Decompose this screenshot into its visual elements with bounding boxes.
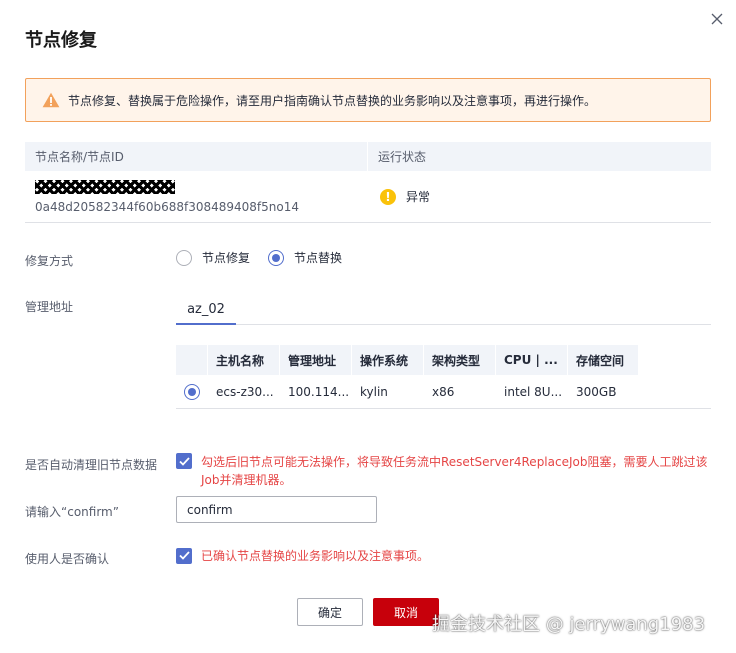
auto-cleanup-label: 是否自动清理旧节点数据	[25, 458, 158, 472]
cell-arch: x86	[432, 384, 455, 399]
column-header-hostname: 主机名称	[208, 345, 280, 375]
confirm-input-label: 请输入“confirm”	[25, 505, 119, 519]
column-header-status: 运行状态	[378, 150, 427, 164]
host-table: 主机名称 管理地址 操作系统 架构类型 CPU | ... 存储空间 ecs-z…	[176, 345, 711, 409]
column-header-mgmt-address: 管理地址	[280, 345, 352, 375]
close-icon[interactable]	[706, 8, 728, 30]
radio-label: 节点修复	[202, 251, 251, 265]
radio-circle-checked[interactable]	[184, 383, 200, 400]
column-header-node-name: 节点名称/节点ID	[25, 142, 368, 171]
column-header-os: 操作系统	[352, 345, 424, 375]
auto-cleanup-row: 勾选后旧节点可能无法操作，将导致任务流中ResetServer4ReplaceJ…	[176, 453, 721, 489]
status-text: 异常	[406, 190, 431, 204]
az-tabs: az_02	[176, 295, 711, 325]
checkmark-icon	[178, 551, 190, 560]
mgmt-address-label: 管理地址	[25, 300, 74, 314]
radio-label: 节点替换	[294, 251, 343, 265]
user-ack-checkbox[interactable]	[176, 547, 192, 564]
radio-circle[interactable]	[176, 249, 192, 266]
column-header-arch: 架构类型	[424, 345, 496, 375]
cell-cpu: intel 8U...	[504, 384, 563, 399]
warning-icon	[42, 92, 60, 108]
user-ack-label: 使用人是否确认	[25, 552, 110, 566]
exclamation-icon: !	[380, 188, 396, 205]
cell-hostname: ecs-z30...	[216, 384, 274, 399]
cell-os: kylin	[360, 384, 388, 399]
host-table-header: 主机名称 管理地址 操作系统 架构类型 CPU | ... 存储空间	[176, 345, 639, 375]
host-select-radio[interactable]	[184, 383, 200, 400]
repair-method-label: 修复方式	[25, 254, 74, 268]
cell-storage: 300GB	[576, 384, 617, 399]
redacted-node-name	[35, 179, 175, 194]
auto-cleanup-checkbox[interactable]	[176, 453, 192, 469]
alert-text: 节点修复、替换属于危险操作，请至用户指南确认节点替换的业务影响以及注意事项，再进…	[68, 93, 597, 108]
table-row[interactable]: ecs-z30... 100.114... kylin x86 intel 8U…	[176, 375, 711, 409]
user-ack-row: 已确认节点替换的业务影响以及注意事项。	[176, 547, 429, 564]
radio-circle-checked[interactable]	[268, 249, 285, 266]
node-table: 节点名称/节点ID 运行状态 0a48d20582344f60b688f3084…	[25, 142, 711, 223]
confirm-input[interactable]	[176, 496, 377, 523]
radio-node-replace[interactable]: 节点替换	[268, 249, 342, 266]
tab-az-02[interactable]: az_02	[176, 295, 236, 325]
column-header-storage: 存储空间	[568, 345, 639, 375]
danger-alert: 节点修复、替换属于危险操作，请至用户指南确认节点替换的业务影响以及注意事项，再进…	[25, 78, 711, 122]
cell-mgmt-address: 100.114...	[288, 384, 350, 399]
node-repair-dialog: 节点修复 节点修复、替换属于危险操作，请至用户指南确认节点替换的业务影响以及注意…	[0, 0, 736, 653]
table-row: 0a48d20582344f60b688f308489408f5no14 ! 异…	[25, 171, 711, 223]
dialog-title: 节点修复	[25, 30, 97, 51]
checkmark-icon	[178, 456, 190, 466]
radio-node-repair[interactable]: 节点修复	[176, 249, 250, 266]
watermark: 掘金技术社区 @ jerrywang1983	[432, 614, 706, 635]
node-table-header: 节点名称/节点ID 运行状态	[25, 142, 711, 171]
user-ack-warning: 已确认节点替换的业务影响以及注意事项。	[201, 549, 430, 563]
auto-cleanup-warning: 勾选后旧节点可能无法操作，将导致任务流中ResetServer4ReplaceJ…	[201, 455, 708, 487]
column-header-cpu: CPU | ...	[496, 345, 568, 375]
cancel-button[interactable]: 取消	[373, 598, 439, 626]
repair-method-radio-group: 节点修复 节点替换	[176, 249, 360, 266]
node-id: 0a48d20582344f60b688f308489408f5no14	[35, 199, 299, 214]
ok-button[interactable]: 确定	[297, 598, 363, 626]
